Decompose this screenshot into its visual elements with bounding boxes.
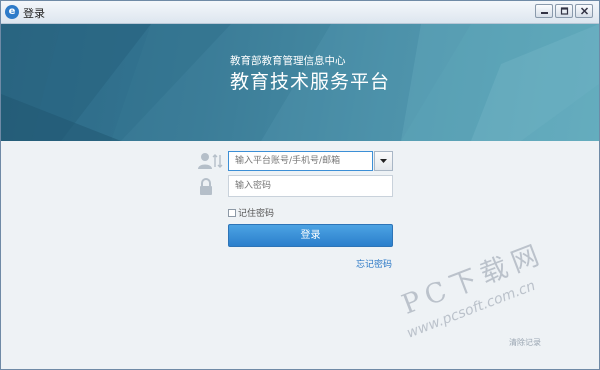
banner-subtitle: 教育部教育管理信息中心 [230,55,346,67]
minimize-icon [540,12,548,14]
watermark-brand: PC下载网 [397,238,549,321]
remember-password-checkbox[interactable] [228,208,236,217]
login-window: e 登录 教育部教育管理信息中心 教育技术服务平台 输入平台账号/手机号/邮箱 … [0,0,600,370]
title-bar[interactable]: e 登录 [1,1,599,24]
login-button[interactable]: 登录 [228,224,393,247]
remember-password-option[interactable]: 记住密码 [228,206,274,219]
forgot-password-link[interactable]: 忘记密码 [356,257,392,270]
clear-records-link[interactable]: 清除记录 [509,337,541,348]
account-dropdown-button[interactable] [374,151,393,171]
watermark: PC下载网 www.pcsoft.com.cn [370,208,583,369]
close-button[interactable] [575,4,593,18]
lock-icon [200,178,212,195]
maximize-icon [560,7,568,15]
account-input[interactable]: 输入平台账号/手机号/邮箱 [228,151,373,171]
remember-password-label: 记住密码 [238,209,275,219]
minimize-button[interactable] [535,4,553,18]
window-title: 登录 [23,7,45,20]
header-banner: 教育部教育管理信息中心 教育技术服务平台 [1,24,599,141]
maximize-button[interactable] [555,4,573,18]
window-controls [535,4,593,18]
dropdown-arrow-icon [380,159,387,163]
close-icon [580,7,588,15]
app-logo-icon: e [5,5,19,19]
watermark-url: www.pcsoft.com.cn [404,277,538,342]
banner-title: 教育技术服务平台 [230,71,391,93]
password-input[interactable]: 输入密码 [228,175,393,197]
user-switch-icon [198,153,223,169]
